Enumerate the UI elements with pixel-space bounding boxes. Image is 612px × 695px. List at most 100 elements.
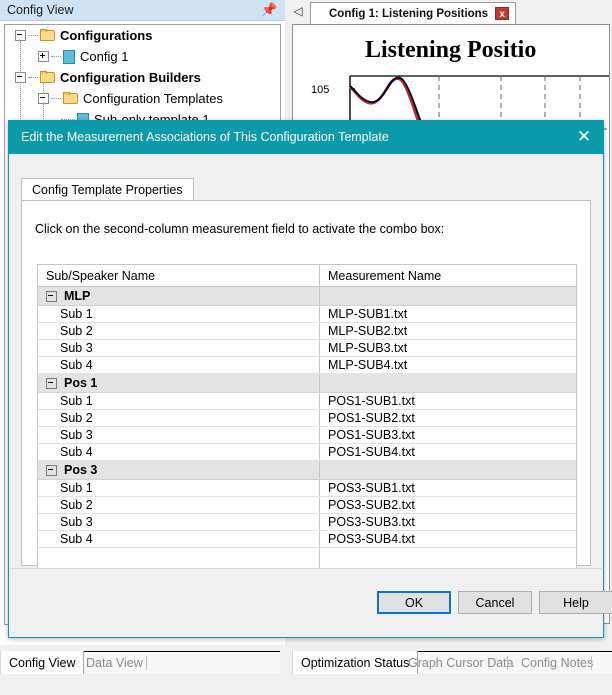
grid-cell-name[interactable]: Sub 4 [38,357,320,373]
tree-item-label: Configurations [60,28,153,43]
sub-speaker-name: Sub 1 [60,481,93,495]
tree-item-configuration-builders[interactable]: Configuration Builders [5,67,280,88]
application-window: Config View 📌 Configurations Config 1 Co… [0,0,612,695]
grid-header-sub-speaker-name[interactable]: Sub/Speaker Name [38,265,320,286]
grid-cell-measurement[interactable]: POS3-SUB2.txt [320,497,576,513]
table-row[interactable]: Sub 3 MLP-SUB3.txt [38,340,576,357]
grid-cell-name[interactable]: Sub 2 [38,497,320,513]
grid-cell-measurement[interactable]: MLP-SUB1.txt [320,306,576,322]
table-row[interactable]: Sub 2 POS3-SUB2.txt [38,497,576,514]
tab-separator [591,656,592,670]
grid-cell-measurement[interactable]: POS1-SUB4.txt [320,444,576,460]
group-label: Pos 1 [64,376,98,390]
group-collapse-icon[interactable] [46,290,57,302]
tab-scroll-left-icon[interactable]: ◁ [291,4,305,18]
grid-group-cell[interactable]: Pos 1 [38,374,320,392]
table-row[interactable]: Sub 1 POS1-SUB1.txt [38,393,576,410]
sub-speaker-name: Sub 3 [60,341,93,355]
grid-group-cell-right [320,461,576,479]
bottom-tab-data-view[interactable]: Data View [78,652,151,674]
sub-speaker-name: Sub 4 [60,358,93,372]
grid-cell-measurement[interactable]: POS1-SUB1.txt [320,393,576,409]
grid-cell-name[interactable]: Sub 4 [38,444,320,460]
sub-speaker-name: Sub 1 [60,394,93,408]
bottom-tab-label: Config View [9,655,76,670]
grid-cell-name[interactable]: Sub 1 [38,393,320,409]
close-icon[interactable]: ✕ [569,123,599,151]
tree-dots [51,55,61,58]
grid-cell-name[interactable]: Sub 3 [38,427,320,443]
grid-header-measurement-name[interactable]: Measurement Name [320,265,576,286]
grid-cell-name[interactable]: Sub 2 [38,410,320,426]
pushpin-icon[interactable]: 📌 [261,3,277,18]
group-collapse-icon[interactable] [46,377,57,389]
table-row[interactable]: Sub 4 POS1-SUB4.txt [38,444,576,461]
grid-cell-measurement[interactable]: POS3-SUB1.txt [320,480,576,496]
grid-cell-name[interactable]: Sub 1 [38,480,320,496]
tab-config-1-listening-positions[interactable]: Config 1: Listening Positions x [310,2,517,24]
tree-toggle-expand-icon[interactable] [38,51,49,62]
sub-speaker-name: Sub 4 [60,445,93,459]
sub-speaker-name: Sub 4 [60,532,93,546]
grid-cell-measurement[interactable]: POS3-SUB4.txt [320,531,576,547]
tab-label: Config Template Properties [32,183,183,197]
sub-speaker-name: Sub 1 [60,307,93,321]
grid-cell-measurement[interactable]: POS1-SUB2.txt [320,410,576,426]
tree-item-label: Configuration Builders [60,70,201,85]
config-view-title: Config View [7,3,74,17]
grid-group-row-pos-3[interactable]: Pos 3 [38,461,576,480]
table-row[interactable]: Sub 3 POS3-SUB3.txt [38,514,576,531]
bottom-bar: Config View Data View Optimization Statu… [0,645,612,695]
bottom-tab-config-view[interactable]: Config View [0,651,85,674]
grid-cell-name[interactable]: Sub 1 [38,306,320,322]
grid-cell-measurement[interactable]: POS3-SUB3.txt [320,514,576,530]
bottom-tab-config-notes[interactable]: Config Notes [513,652,601,674]
tree-toggle-collapse-icon[interactable] [15,72,26,83]
grid-cell-measurement[interactable]: MLP-SUB3.txt [320,340,576,356]
table-row[interactable]: Sub 1 MLP-SUB1.txt [38,306,576,323]
table-row[interactable]: Sub 4 MLP-SUB4.txt [38,357,576,374]
grid-cell-name[interactable]: Sub 2 [38,323,320,339]
bottom-tab-label: Config Notes [521,656,594,670]
grid-group-row-pos-1[interactable]: Pos 1 [38,374,576,393]
sub-speaker-name: Sub 2 [60,498,93,512]
dialog-body: Config Template Properties Click on the … [9,154,612,637]
grid-group-row-mlp[interactable]: MLP [38,287,576,306]
dialog-tabstrip: Config Template Properties [21,178,591,201]
group-collapse-icon[interactable] [46,464,57,476]
bottom-tab-label: Graph Cursor Data [408,656,514,670]
dialog-titlebar: Edit the Measurement Associations of Thi… [9,121,603,154]
table-row[interactable]: Sub 4 POS3-SUB4.txt [38,531,576,548]
table-row[interactable]: Sub 2 MLP-SUB2.txt [38,323,576,340]
sub-speaker-name: Sub 3 [60,428,93,442]
bottom-tab-graph-cursor-data[interactable]: Graph Cursor Data [400,652,522,674]
sub-speaker-name: Sub 3 [60,515,93,529]
tree-item-configuration-templates[interactable]: Configuration Templates [5,88,280,109]
table-row[interactable]: Sub 2 POS1-SUB2.txt [38,410,576,427]
tree-item-configurations[interactable]: Configurations [5,25,280,46]
table-row[interactable]: Sub 1 POS3-SUB1.txt [38,480,576,497]
close-icon[interactable]: x [495,7,510,20]
tree-dots [28,34,38,37]
tree-item-config-1[interactable]: Config 1 [5,46,280,67]
table-row[interactable]: Sub 3 POS1-SUB3.txt [38,427,576,444]
grid-cell-measurement[interactable]: MLP-SUB2.txt [320,323,576,339]
grid-cell-measurement[interactable]: MLP-SUB4.txt [320,357,576,373]
grid-cell-name[interactable]: Sub 3 [38,514,320,530]
grid-cell-measurement[interactable]: POS1-SUB3.txt [320,427,576,443]
grid-cell-name[interactable]: Sub 4 [38,531,320,547]
grid-group-cell[interactable]: Pos 3 [38,461,320,479]
help-button[interactable]: Help [539,591,612,614]
group-label: MLP [64,289,91,303]
cancel-button[interactable]: Cancel [458,591,532,614]
config-view-titlebar: Config View 📌 [0,0,285,21]
ok-button[interactable]: OK [377,591,451,614]
tree-toggle-collapse-icon[interactable] [38,93,49,104]
tree-toggle-collapse-icon[interactable] [15,30,26,41]
tab-config-template-properties[interactable]: Config Template Properties [21,178,194,201]
grid-group-cell[interactable]: MLP [38,287,320,305]
measurement-associations-grid[interactable]: Sub/Speaker Name Measurement Name MLP Su… [37,264,577,575]
tree-dots [51,97,61,100]
sub-speaker-name: Sub 2 [60,324,93,338]
grid-cell-name[interactable]: Sub 3 [38,340,320,356]
